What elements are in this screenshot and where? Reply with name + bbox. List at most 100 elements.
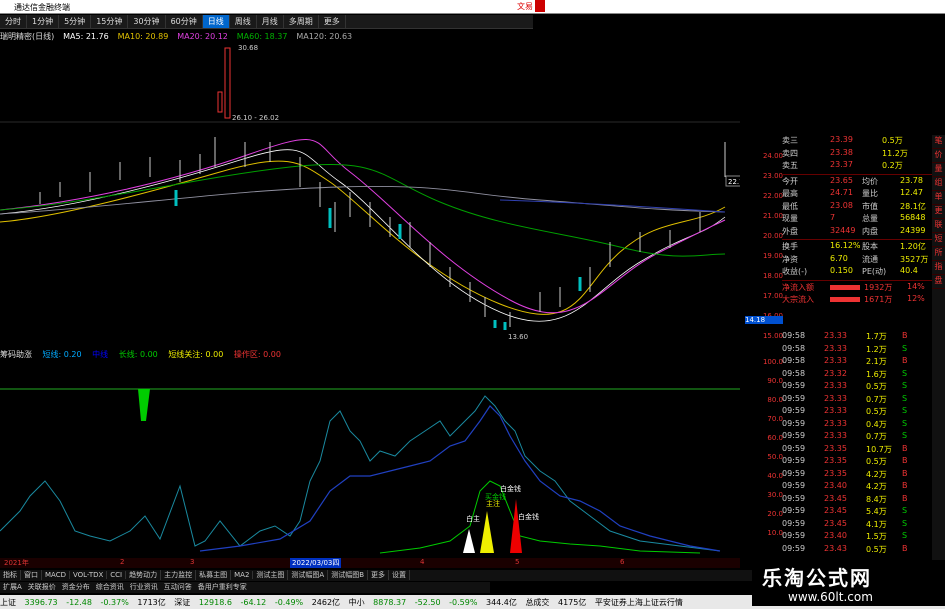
- tick-volume: 4.1万: [866, 519, 887, 529]
- flow-bar: [830, 284, 860, 290]
- tick-price: 23.40: [824, 481, 847, 490]
- stat-row: 最高 24.71 量比 12.47: [782, 188, 932, 201]
- period-tab[interactable]: 1分钟: [27, 15, 60, 28]
- tick-row[interactable]: 09:59 23.33 0.4万 S: [782, 419, 932, 432]
- tick-row[interactable]: 09:59 23.35 4.2万 B: [782, 469, 932, 482]
- indicator-tab[interactable]: VOL-TDX: [70, 571, 108, 579]
- ind-tick: 20.0: [767, 510, 783, 518]
- tick-side: B: [902, 443, 908, 453]
- tick-row[interactable]: 09:59 23.40 1.5万 S: [782, 531, 932, 544]
- price-tick: 15.00: [762, 332, 783, 340]
- tick-row[interactable]: 09:59 23.45 8.4万 B: [782, 494, 932, 507]
- info-tab[interactable]: 资金分布: [59, 582, 93, 592]
- tick-time: 09:59: [782, 406, 806, 415]
- tick-row[interactable]: 09:59 23.45 5.4万 S: [782, 506, 932, 519]
- indicator-tab[interactable]: 更多: [368, 570, 390, 580]
- indicator-tab[interactable]: 指标: [0, 570, 21, 580]
- last-price: 22.77: [728, 178, 740, 186]
- indicator-tab[interactable]: 窗口: [21, 570, 42, 580]
- close-icon[interactable]: [535, 0, 545, 12]
- tick-volume: 0.5万: [866, 407, 887, 416]
- tick-volume: 4.2万: [866, 482, 887, 491]
- date-tick: 2: [120, 558, 125, 566]
- ma20-label: MA20: 20.12: [177, 32, 228, 41]
- period-tab[interactable]: 分时: [0, 15, 27, 28]
- info-tab[interactable]: 互动问答: [161, 582, 195, 592]
- tick-row[interactable]: 09:59 23.43 0.5万 B: [782, 544, 932, 557]
- right-tab[interactable]: 指: [932, 261, 945, 275]
- info-tab[interactable]: 备用户重利专家: [195, 582, 250, 592]
- divider: [782, 173, 932, 175]
- right-tab[interactable]: 量: [932, 163, 945, 177]
- info-tab[interactable]: 综合资讯: [93, 582, 127, 592]
- tick-row[interactable]: 09:59 23.33 0.7万 S: [782, 431, 932, 444]
- tick-row[interactable]: 09:59 23.45 4.1万 S: [782, 519, 932, 532]
- zx-pct: -0.59%: [449, 598, 478, 607]
- indicator-tab[interactable]: 设置: [389, 570, 411, 580]
- tick-time: 09:59: [782, 443, 806, 453]
- indicator-tab[interactable]: CCI: [107, 571, 127, 579]
- indicator-tab[interactable]: 主力监控: [161, 570, 197, 580]
- tick-price: 23.32: [824, 368, 847, 378]
- right-tab[interactable]: 盘: [932, 275, 945, 289]
- info-tab[interactable]: 扩展A: [0, 582, 25, 592]
- right-tab[interactable]: 联: [932, 219, 945, 233]
- tick-volume: 0.5万: [866, 544, 887, 554]
- tick-side: B: [902, 456, 908, 465]
- indicator-tab[interactable]: 测试主图: [253, 570, 289, 580]
- tick-row[interactable]: 09:59 23.35 10.7万 B: [782, 444, 932, 457]
- indicator-chart[interactable]: 白主 主注 买金钱 白金钱 白金钱: [0, 361, 740, 557]
- period-tab[interactable]: 周线: [230, 15, 257, 28]
- indicator-tab[interactable]: 测试幅图A: [288, 570, 329, 580]
- indicator-tab[interactable]: MACD: [42, 571, 70, 579]
- right-tab[interactable]: 短: [932, 233, 945, 247]
- title-right-label[interactable]: 文易: [517, 1, 533, 12]
- indicator-tab[interactable]: 私募主图: [196, 570, 232, 580]
- tick-volume: 1.6万: [866, 369, 887, 379]
- tick-row[interactable]: 09:59 23.33 0.7万 S: [782, 394, 932, 407]
- ind-tick: 80.0: [767, 396, 783, 404]
- period-tab[interactable]: 15分钟: [91, 15, 129, 28]
- right-tab[interactable]: 更: [932, 205, 945, 219]
- tick-side: B: [902, 468, 908, 478]
- zx-label: 中小: [348, 598, 365, 607]
- period-tab[interactable]: 30分钟: [128, 15, 166, 28]
- right-tab[interactable]: 价: [932, 149, 945, 163]
- high-label: 30.68: [238, 44, 258, 52]
- tick-row[interactable]: 09:58 23.33 2.1万 B: [782, 356, 932, 369]
- period-tab[interactable]: 月线: [257, 15, 284, 28]
- indicator-tab[interactable]: 测试幅图B: [328, 570, 369, 580]
- tick-price: 23.43: [824, 543, 847, 553]
- tick-row[interactable]: 09:58 23.33 1.7万 B: [782, 331, 932, 344]
- tick-row[interactable]: 09:59 23.33 0.5万 S: [782, 381, 932, 394]
- right-tab[interactable]: 组: [932, 177, 945, 191]
- right-tab[interactable]: 所: [932, 247, 945, 261]
- stat-label: 今开: [782, 176, 798, 186]
- tick-list[interactable]: 09:58 23.33 1.7万 B 09:58 23.33 1.2万 S 09:58 23.33…: [782, 331, 932, 556]
- indicator-tab[interactable]: 趋势动力: [126, 570, 162, 580]
- sh-label: 上证: [0, 598, 16, 607]
- tick-row[interactable]: 09:59 23.40 4.2万 B: [782, 481, 932, 494]
- tick-row[interactable]: 09:58 23.33 1.2万 S: [782, 344, 932, 357]
- period-tab[interactable]: 5分钟: [59, 15, 92, 28]
- period-tab[interactable]: 多周期: [284, 15, 319, 28]
- kline-chart[interactable]: 30.68 26.10 - 26.02 13.60 22.77: [0, 42, 740, 349]
- tick-volume: 10.7万: [866, 444, 892, 454]
- tick-row[interactable]: 09:59 23.35 0.5万 B: [782, 456, 932, 469]
- period-tab[interactable]: 日线: [202, 15, 230, 28]
- tick-row[interactable]: 09:58 23.32 1.6万 S: [782, 369, 932, 382]
- flow-label: 大宗流入: [782, 295, 814, 304]
- range-label: 26.10 - 26.02: [232, 114, 279, 122]
- right-tab[interactable]: 笔: [932, 135, 945, 149]
- stat-value: 0.150: [830, 266, 853, 275]
- indicator-tab[interactable]: MA2: [231, 571, 254, 579]
- tick-side: S: [902, 381, 908, 390]
- tick-row[interactable]: 09:59 23.33 0.5万 S: [782, 406, 932, 419]
- period-tab[interactable]: 更多: [319, 15, 346, 28]
- info-tab[interactable]: 关联报价: [25, 582, 59, 592]
- info-tab[interactable]: 行业资讯: [127, 582, 161, 592]
- stat-label: 净资: [782, 254, 798, 264]
- ind-tick: 60.0: [767, 434, 783, 442]
- period-tab[interactable]: 60分钟: [166, 15, 203, 28]
- right-tab[interactable]: 单: [932, 191, 945, 205]
